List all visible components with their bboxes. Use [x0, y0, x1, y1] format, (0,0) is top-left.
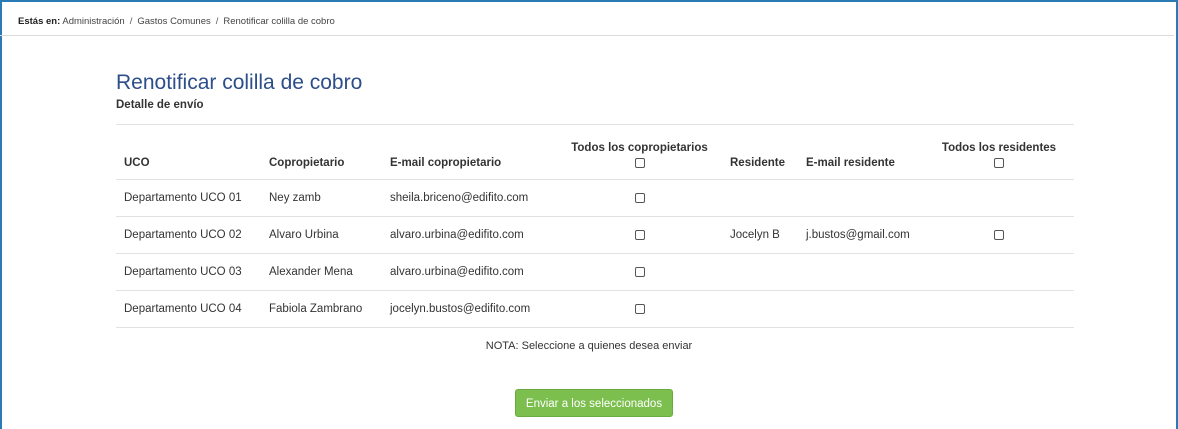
copropietario-checkbox[interactable]	[634, 266, 645, 277]
cell-copropietario: Alvaro Urbina	[261, 216, 382, 254]
cell-residente	[722, 179, 798, 217]
cell-residente	[722, 290, 798, 328]
cell-select-residente	[924, 290, 1074, 328]
table-row: Departamento UCO 01 Ney zamb sheila.bric…	[116, 179, 1074, 217]
header-todos-copropietarios: Todos los copropietarios	[557, 125, 722, 180]
table-row: Departamento UCO 02 Alvaro Urbina alvaro…	[116, 216, 1074, 254]
header-todos-residentes: Todos los residentes	[924, 125, 1074, 180]
table-header-row: UCO Copropietario E-mail copropietario T…	[116, 124, 1074, 180]
copropietario-checkbox[interactable]	[634, 229, 645, 240]
recipients-table: UCO Copropietario E-mail copropietario T…	[116, 124, 1074, 328]
cell-select-residente	[924, 253, 1074, 291]
page-title: Renotificar colilla de cobro	[116, 71, 363, 95]
select-all-residentes-checkbox[interactable]	[994, 157, 1004, 168]
header-copropietario: Copropietario	[269, 157, 345, 169]
header-todos-residentes-label: Todos los residentes	[941, 142, 1057, 154]
cell-uco: Departamento UCO 01	[116, 179, 261, 217]
breadcrumb: Estás en: Administración / Gastos Comunes /…	[18, 16, 335, 27]
cell-uco: Departamento UCO 03	[116, 253, 261, 291]
cell-copropietario: Alexander Mena	[261, 253, 382, 291]
selection-note: NOTA: Seleccione a quienes desea enviar	[485, 340, 693, 352]
cell-uco: Departamento UCO 02	[116, 216, 261, 254]
header-uco: UCO	[124, 157, 150, 169]
cell-select-residente	[924, 179, 1074, 217]
cell-residente: Jocelyn B	[722, 216, 798, 254]
breadcrumb-divider	[0, 35, 1174, 36]
cell-select-residente	[924, 216, 1074, 254]
breadcrumb-item-gastos-comunes[interactable]: Gastos Comunes	[137, 16, 210, 27]
copropietario-checkbox[interactable]	[634, 192, 645, 203]
breadcrumb-item-administracion[interactable]: Administración	[62, 16, 124, 27]
cell-copropietario: Ney zamb	[261, 179, 382, 217]
send-selected-button[interactable]: Enviar a los seleccionados	[515, 389, 673, 417]
header-residente: Residente	[730, 157, 785, 169]
table-row: Departamento UCO 03 Alexander Mena alvar…	[116, 253, 1074, 291]
cell-email-copropietario: sheila.briceno@edifito.com	[382, 179, 557, 217]
cell-select-copropietario	[557, 253, 722, 291]
cell-email-residente	[798, 290, 924, 328]
cell-select-copropietario	[557, 179, 722, 217]
cell-email-copropietario: alvaro.urbina@edifito.com	[382, 253, 557, 291]
breadcrumb-item-current: Renotificar colilla de cobro	[223, 16, 335, 27]
cell-copropietario: Fabiola Zambrano	[261, 290, 382, 328]
cell-email-residente	[798, 179, 924, 217]
cell-email-residente	[798, 253, 924, 291]
copropietario-checkbox[interactable]	[634, 303, 645, 314]
residente-checkbox[interactable]	[994, 229, 1004, 240]
cell-residente	[722, 253, 798, 291]
cell-select-copropietario	[557, 290, 722, 328]
select-all-copropietarios-checkbox[interactable]	[634, 157, 645, 168]
breadcrumb-separator: /	[215, 16, 219, 27]
cell-email-residente: j.bustos@gmail.com	[798, 216, 924, 254]
header-email-copropietario: E-mail copropietario	[390, 157, 502, 169]
header-email-residente: E-mail residente	[806, 157, 895, 169]
cell-select-copropietario	[557, 216, 722, 254]
cell-email-copropietario: jocelyn.bustos@edifito.com	[382, 290, 557, 328]
cell-uco: Departamento UCO 04	[116, 290, 261, 328]
breadcrumb-separator: /	[129, 16, 133, 27]
section-subtitle: Detalle de envío	[116, 99, 204, 111]
header-todos-copropietarios-label: Todos los copropietarios	[571, 142, 708, 154]
breadcrumb-lead: Estás en:	[18, 16, 61, 27]
table-row: Departamento UCO 04 Fabiola Zambrano joc…	[116, 290, 1074, 328]
cell-email-copropietario: alvaro.urbina@edifito.com	[382, 216, 557, 254]
